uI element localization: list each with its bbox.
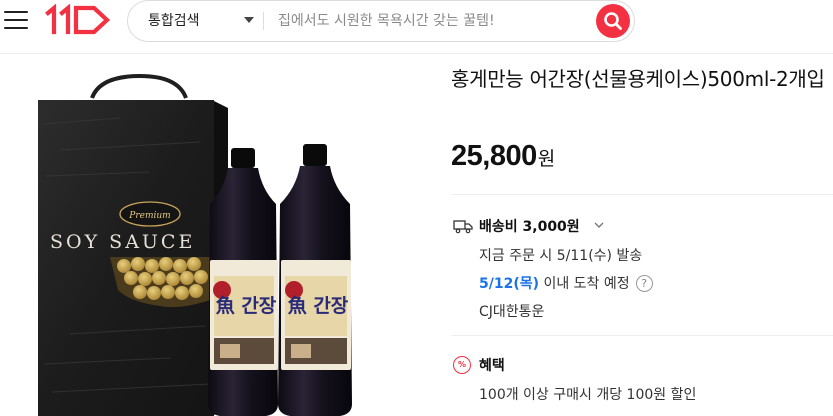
menu-bar <box>4 27 28 29</box>
bottle-label: 魚 간장 <box>288 294 349 317</box>
benefit-line: 100개 이상 구매시 개당 100원 할인 <box>479 387 697 403</box>
carrier-name: CJ대한통운 <box>479 304 545 320</box>
chevron-down-icon[interactable] <box>244 17 254 23</box>
search-input[interactable] <box>278 7 578 35</box>
truck-icon <box>453 220 473 234</box>
chevron-down-icon[interactable] <box>593 220 605 230</box>
section-divider <box>451 335 833 336</box>
search-button[interactable] <box>596 4 630 38</box>
discount-icon: % <box>453 356 471 374</box>
menu-icon[interactable] <box>4 8 30 32</box>
section-divider <box>451 194 833 195</box>
search-bar: 통합검색 <box>127 0 635 42</box>
search-icon <box>604 12 622 30</box>
arrival-suffix: 이내 도착 예정 <box>543 276 630 292</box>
menu-bar <box>4 11 28 13</box>
dispatch-info: 지금 주문 시 5/11(수) 발송 <box>479 248 643 264</box>
top-header: 통합검색 <box>0 0 833 44</box>
price-unit: 원 <box>537 148 556 170</box>
arrival-date: 5/12(목) <box>479 276 540 292</box>
product-photo: SOY SAUCE Premium 魚 간장 魚 간장 <box>38 73 352 416</box>
box-text: SOY SAUCE <box>50 231 195 253</box>
premium-badge: Premium <box>128 211 170 221</box>
menu-bar <box>4 19 28 21</box>
product-title: 홍게만능 어간장(선물용케이스)500ml-2개입 <box>451 67 825 91</box>
price-value: 25,800 <box>451 140 537 172</box>
bottle-label: 魚 간장 <box>216 294 277 317</box>
help-icon[interactable]: ? <box>635 275 653 292</box>
search-category-select[interactable]: 통합검색 <box>148 1 200 41</box>
product-info: 홍게만능 어간장(선물용케이스)500ml-2개입 25,800원 배송비 3,… <box>451 54 833 416</box>
bottle-right: 魚 간장 <box>278 144 352 416</box>
shipping-fee[interactable]: 배송비 3,000원 <box>479 216 580 236</box>
arrival-info: 5/12(목) 이내 도착 예정? <box>479 273 653 293</box>
product-price: 25,800원 <box>451 140 555 176</box>
benefit-title: 혜택 <box>479 358 505 374</box>
brand-logo[interactable] <box>44 4 114 36</box>
search-divider <box>263 12 264 30</box>
product-image[interactable]: SOY SAUCE Premium 魚 간장 魚 간장 <box>0 54 436 416</box>
